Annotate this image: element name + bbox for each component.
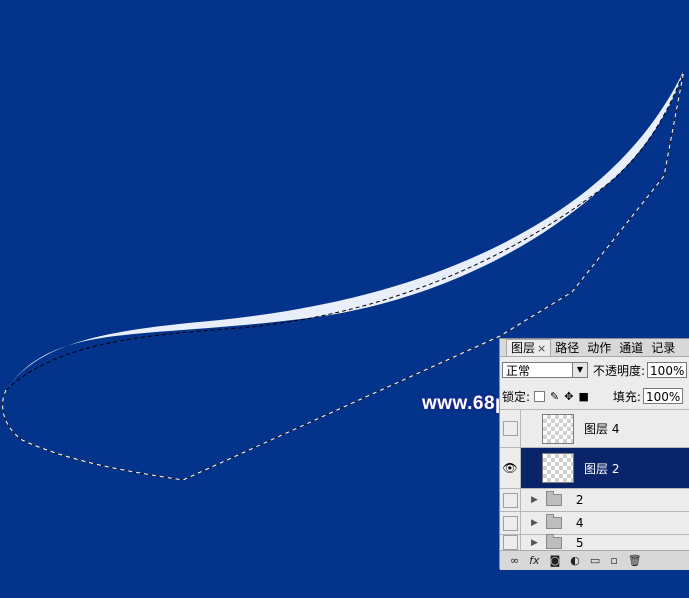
opacity-field[interactable]: 100% bbox=[647, 362, 688, 378]
empty-visibility-icon bbox=[502, 515, 518, 531]
folder-icon bbox=[545, 533, 562, 549]
lock-row: 锁定: ✎ ✥ ■ 填充: 100% bbox=[502, 387, 689, 405]
visibility-toggle[interactable] bbox=[500, 410, 521, 447]
lock-label: 锁定: bbox=[502, 389, 531, 404]
new-layer-icon[interactable]: ▫ bbox=[610, 554, 617, 567]
group-name: 4 bbox=[575, 516, 584, 530]
layer-name: 图层 2 bbox=[584, 461, 620, 476]
empty-visibility-icon bbox=[502, 492, 518, 508]
mask-icon[interactable]: ◙ bbox=[550, 554, 561, 567]
fx-icon[interactable]: fx bbox=[529, 554, 539, 567]
opacity-label: 不透明度: bbox=[593, 363, 646, 378]
panel-tabs: 图层 × 路径 动作 通道 记录 bbox=[500, 339, 689, 357]
expand-triangle-icon[interactable]: ▶ bbox=[531, 495, 538, 505]
adjustment-icon[interactable]: ◐ bbox=[570, 554, 580, 567]
chevron-down-icon[interactable]: ▼ bbox=[572, 363, 587, 377]
eye-icon: 👁 bbox=[502, 461, 518, 475]
layer-row-selected[interactable]: 👁 图层 2 bbox=[500, 447, 689, 488]
link-icon[interactable]: ∞ bbox=[510, 554, 519, 567]
group-name: 5 bbox=[575, 535, 584, 550]
tab-history[interactable]: 记录 bbox=[647, 340, 679, 356]
fill-label: 填充: bbox=[612, 389, 641, 404]
brush-icon[interactable]: ✎ bbox=[550, 390, 559, 403]
folder-icon bbox=[545, 514, 562, 529]
group-row[interactable]: ▶ 2 bbox=[500, 488, 689, 511]
expand-triangle-icon[interactable]: ▶ bbox=[531, 538, 538, 548]
trash-icon[interactable]: 🗑 bbox=[628, 554, 642, 567]
lock-icon[interactable]: ■ bbox=[578, 390, 588, 403]
empty-visibility-icon bbox=[502, 535, 518, 550]
panel-footer: ∞ fx ◙ ◐ ▭ ▫ 🗑 bbox=[500, 550, 689, 570]
move-icon[interactable]: ✥ bbox=[564, 390, 573, 403]
fill-field[interactable]: 100% bbox=[642, 388, 683, 404]
visibility-toggle[interactable] bbox=[500, 535, 521, 550]
tab-paths[interactable]: 路径 bbox=[551, 340, 583, 356]
blend-mode-select[interactable]: 正常 ▼ bbox=[502, 362, 588, 378]
visibility-toggle[interactable]: 👁 bbox=[500, 448, 521, 488]
empty-visibility-icon bbox=[502, 421, 518, 436]
folder-icon bbox=[545, 491, 562, 506]
layer-thumbnail bbox=[542, 413, 574, 444]
group-row[interactable]: ▶ 5 bbox=[500, 533, 689, 550]
layer-row[interactable]: 图层 4 bbox=[500, 409, 689, 447]
lock-transparent-checkbox[interactable] bbox=[534, 390, 546, 402]
layers-panel: 图层 × 路径 动作 通道 记录 正常 ▼ 不透明度: 100% 锁定: ✎ ✥ … bbox=[499, 338, 689, 570]
expand-triangle-icon[interactable]: ▶ bbox=[531, 518, 538, 528]
group-name: 2 bbox=[575, 493, 584, 507]
group-row[interactable]: ▶ 4 bbox=[500, 511, 689, 534]
visibility-toggle[interactable] bbox=[500, 489, 521, 511]
folder-icon[interactable]: ▭ bbox=[590, 554, 600, 567]
visibility-toggle[interactable] bbox=[500, 512, 521, 534]
tab-layers[interactable]: 图层 × bbox=[506, 339, 552, 356]
tab-actions[interactable]: 动作 bbox=[583, 340, 615, 356]
tab-channels[interactable]: 通道 bbox=[615, 340, 647, 356]
blend-row: 正常 ▼ 不透明度: 100% bbox=[502, 361, 689, 379]
close-icon[interactable]: × bbox=[537, 342, 546, 355]
layer-thumbnail bbox=[542, 453, 574, 483]
layer-name: 图层 4 bbox=[584, 422, 620, 436]
